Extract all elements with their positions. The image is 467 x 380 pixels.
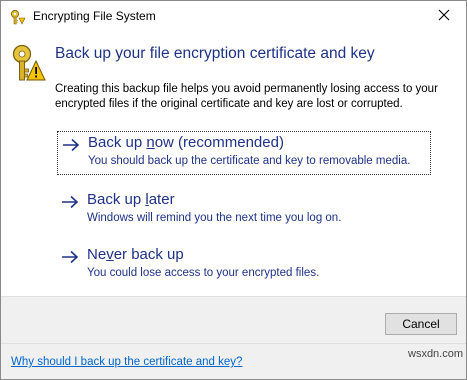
cancel-button[interactable]: Cancel <box>385 313 457 335</box>
arrow-right-icon <box>62 138 80 152</box>
watermark: wsxdn.com <box>408 348 464 360</box>
description-text: Creating this backup file helps you avoi… <box>55 83 438 110</box>
option-title: Back up later <box>87 191 175 208</box>
option-description: You should back up the certificate and k… <box>88 155 411 167</box>
arrow-right-icon <box>61 250 79 264</box>
dialog-content: Back up your file encryption certificate… <box>1 32 466 296</box>
key-warning-icon <box>12 44 46 82</box>
help-link[interactable]: Why should I back up the certificate and… <box>11 356 242 368</box>
close-button[interactable] <box>421 1 466 32</box>
page-title: Back up your file encryption certificate… <box>55 45 375 62</box>
key-icon <box>10 9 26 25</box>
option-never-back-up[interactable]: Never back up You could lose access to y… <box>57 244 431 288</box>
close-icon <box>438 8 450 26</box>
option-description: You could lose access to your encrypted … <box>87 267 320 279</box>
option-description: Windows will remind you the next time yo… <box>87 212 342 224</box>
option-title: Never back up <box>87 246 184 263</box>
help-bar: Why should I back up the certificate and… <box>1 343 466 379</box>
option-backup-later[interactable]: Back up later Windows will remind you th… <box>57 189 431 233</box>
option-title: Back up now (recommended) <box>88 134 284 151</box>
window-title: Encrypting File System <box>33 9 156 23</box>
arrow-right-icon <box>61 195 79 209</box>
efs-dialog: Encrypting File System Back up your file <box>0 0 467 380</box>
button-bar: Cancel <box>1 296 466 344</box>
title-bar: Encrypting File System <box>1 1 466 32</box>
option-backup-now[interactable]: Back up now (recommended) You should bac… <box>57 131 431 175</box>
